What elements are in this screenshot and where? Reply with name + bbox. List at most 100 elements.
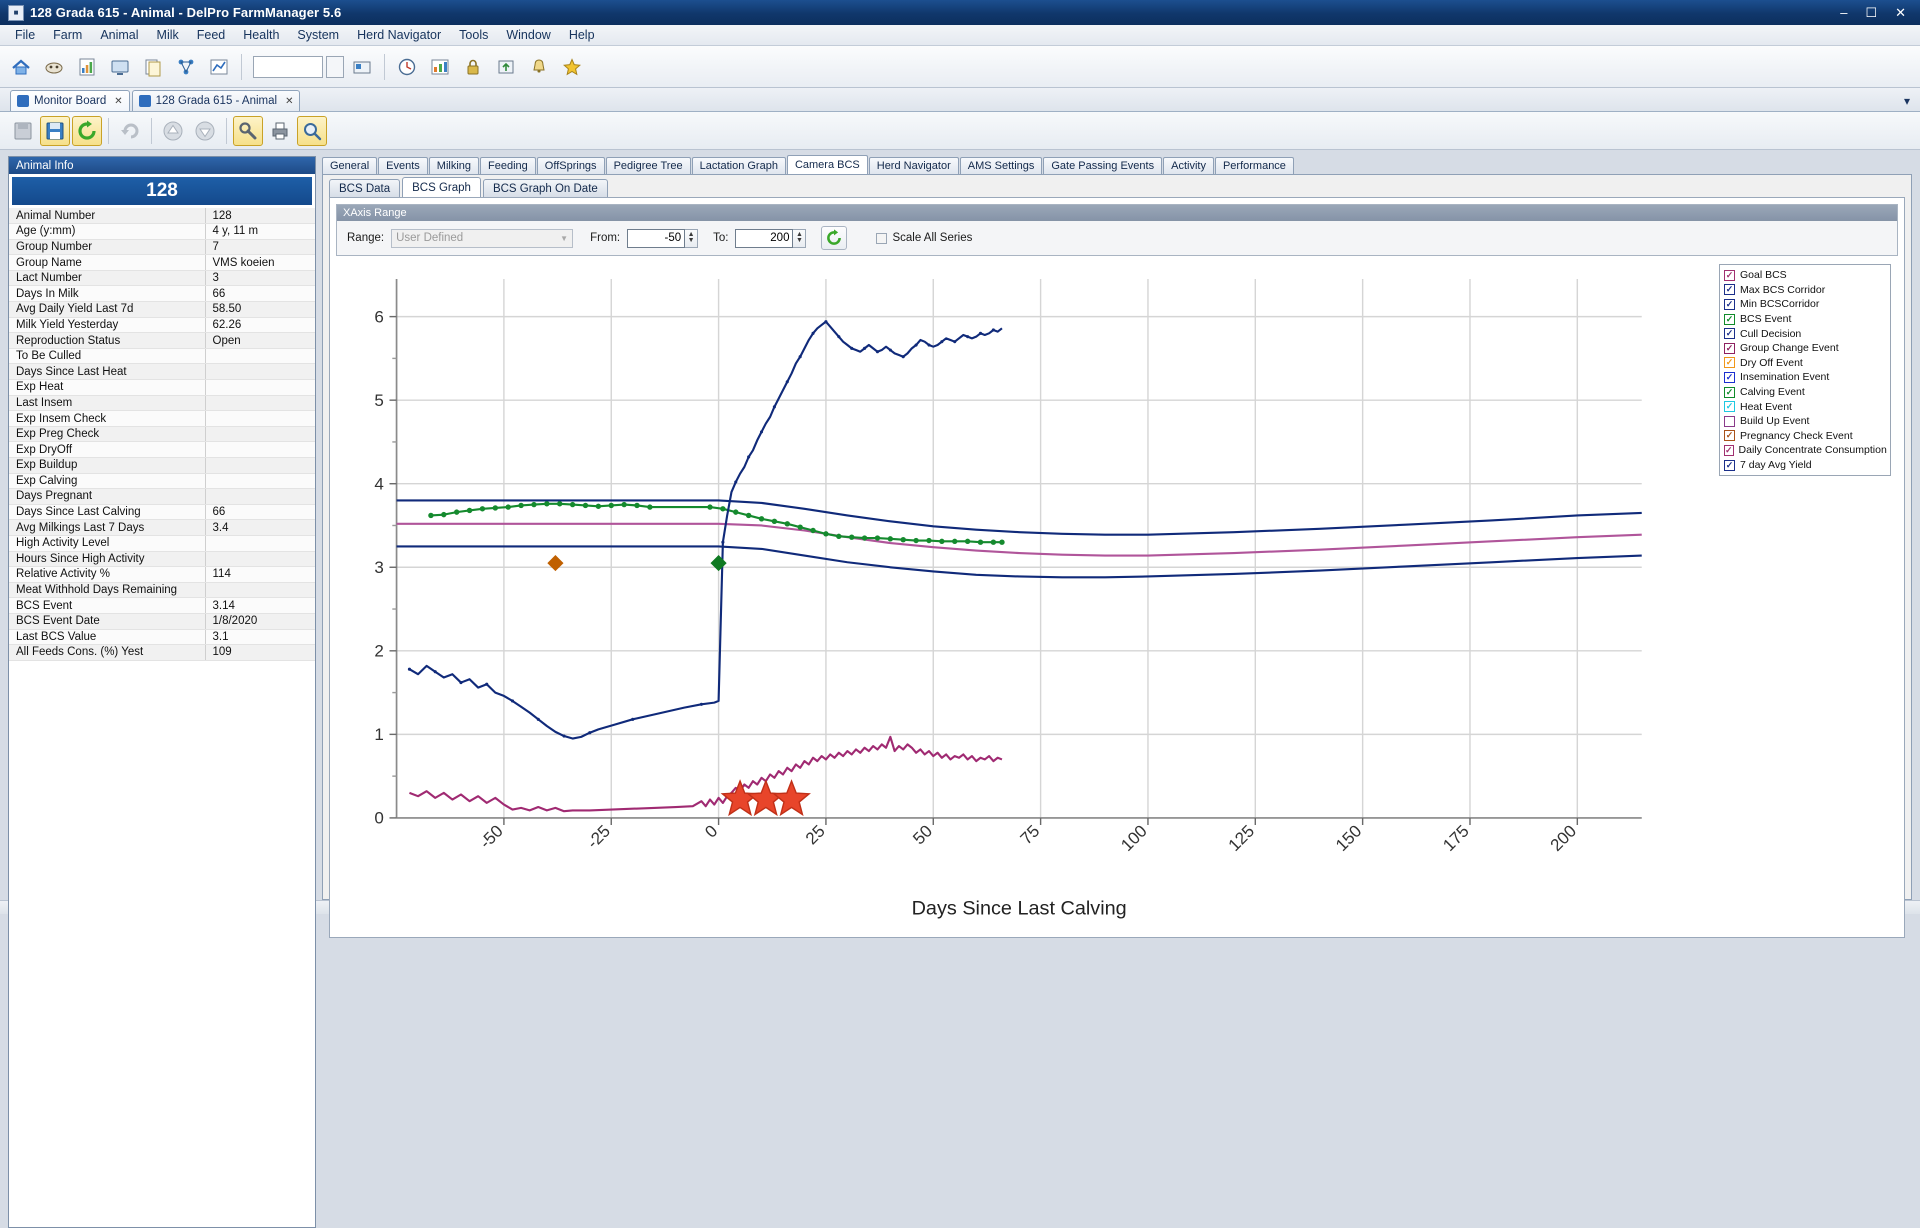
refresh-chart-button[interactable] bbox=[821, 226, 847, 250]
next-record-icon[interactable] bbox=[190, 116, 220, 146]
legend-item[interactable]: ✓Cull Decision bbox=[1724, 326, 1886, 341]
legend-checkbox[interactable]: ✓ bbox=[1724, 357, 1735, 368]
table-row[interactable]: Group Number7 bbox=[9, 239, 315, 255]
table-row[interactable]: BCS Event Date1/8/2020 bbox=[9, 613, 315, 629]
favorites-star-icon[interactable] bbox=[557, 52, 587, 82]
table-row[interactable]: Last Insem bbox=[9, 395, 315, 411]
application-tabs[interactable]: Monitor Board ✕ 128 Grada 615 - Animal ✕… bbox=[0, 88, 1920, 112]
menu-item-tools[interactable]: Tools bbox=[450, 26, 497, 44]
refresh-icon[interactable] bbox=[72, 116, 102, 146]
table-row[interactable]: Last BCS Value3.1 bbox=[9, 629, 315, 645]
tab-performance[interactable]: Performance bbox=[1215, 157, 1294, 174]
previous-record-icon[interactable] bbox=[158, 116, 188, 146]
legend-checkbox[interactable]: ✓ bbox=[1724, 328, 1735, 339]
menubar[interactable]: FileFarmAnimalMilkFeedHealthSystemHerd N… bbox=[0, 25, 1920, 46]
menu-item-system[interactable]: System bbox=[288, 26, 348, 44]
legend-item[interactable]: ✓Insemination Event bbox=[1724, 370, 1886, 385]
legend-item[interactable]: ✓Heat Event bbox=[1724, 399, 1886, 414]
menu-item-milk[interactable]: Milk bbox=[148, 26, 188, 44]
menu-item-health[interactable]: Health bbox=[234, 26, 288, 44]
legend-checkbox[interactable]: ✓ bbox=[1724, 343, 1735, 354]
tab-activity[interactable]: Activity bbox=[1163, 157, 1214, 174]
record-toolbar[interactable] bbox=[0, 112, 1920, 150]
table-row[interactable]: Animal Number128 bbox=[9, 208, 315, 224]
table-row[interactable]: Meat Withhold Days Remaining bbox=[9, 582, 315, 598]
legend-checkbox[interactable]: ✓ bbox=[1724, 387, 1735, 398]
close-button[interactable]: ✕ bbox=[1895, 8, 1906, 18]
xaxis-range-controls[interactable]: Range: User Defined ▼ From: -50 ▲▼ To: 2… bbox=[337, 221, 1897, 255]
legend-checkbox[interactable]: ✓ bbox=[1724, 284, 1735, 295]
legend-item[interactable]: ✓Calving Event bbox=[1724, 385, 1886, 400]
upload-icon[interactable] bbox=[491, 52, 521, 82]
save-icon[interactable] bbox=[40, 116, 70, 146]
network-icon[interactable] bbox=[171, 52, 201, 82]
menu-item-help[interactable]: Help bbox=[560, 26, 604, 44]
maximize-button[interactable]: ☐ bbox=[1865, 8, 1877, 18]
legend-item[interactable]: ✓Min BCSCorridor bbox=[1724, 297, 1886, 312]
table-row[interactable]: Milk Yield Yesterday62.26 bbox=[9, 317, 315, 333]
legend-checkbox[interactable] bbox=[1724, 416, 1735, 427]
legend-item[interactable]: ✓Goal BCS bbox=[1724, 268, 1886, 283]
table-row[interactable]: High Activity Level bbox=[9, 535, 315, 551]
tab-general[interactable]: General bbox=[322, 157, 377, 174]
table-row[interactable]: Reproduction StatusOpen bbox=[9, 333, 315, 349]
menu-item-window[interactable]: Window bbox=[497, 26, 559, 44]
search-zoom-icon[interactable] bbox=[297, 116, 327, 146]
app-tab-animal[interactable]: 128 Grada 615 - Animal ✕ bbox=[132, 90, 301, 111]
window-controls[interactable]: – ☐ ✕ bbox=[1840, 8, 1916, 18]
toolbar-dropdown[interactable] bbox=[326, 56, 344, 78]
chart-icon[interactable] bbox=[204, 52, 234, 82]
new-icon[interactable] bbox=[8, 116, 38, 146]
legend-item[interactable]: ✓Daily Concentrate Consumption bbox=[1724, 443, 1886, 458]
table-row[interactable]: Relative Activity %114 bbox=[9, 567, 315, 583]
legend-checkbox[interactable]: ✓ bbox=[1724, 270, 1735, 281]
report-icon[interactable] bbox=[72, 52, 102, 82]
table-row[interactable]: Exp Buildup bbox=[9, 458, 315, 474]
analysis-icon[interactable] bbox=[425, 52, 455, 82]
table-row[interactable]: Exp Insem Check bbox=[9, 411, 315, 427]
app-tab-close-icon[interactable]: ✕ bbox=[111, 96, 122, 107]
to-spinner-arrows[interactable]: ▲▼ bbox=[793, 229, 806, 248]
legend-checkbox[interactable]: ✓ bbox=[1724, 299, 1735, 310]
legend-item[interactable]: ✓Group Change Event bbox=[1724, 341, 1886, 356]
card-icon[interactable] bbox=[347, 52, 377, 82]
tab-feeding[interactable]: Feeding bbox=[480, 157, 536, 174]
clock-icon[interactable] bbox=[392, 52, 422, 82]
subtab-bcs-data[interactable]: BCS Data bbox=[329, 179, 400, 197]
table-row[interactable]: Age (y:mm)4 y, 11 m bbox=[9, 224, 315, 240]
tab-offsprings[interactable]: OffSprings bbox=[537, 157, 605, 174]
documents-icon[interactable] bbox=[138, 52, 168, 82]
table-row[interactable]: Days Pregnant bbox=[9, 489, 315, 505]
table-row[interactable]: To Be Culled bbox=[9, 348, 315, 364]
menu-item-animal[interactable]: Animal bbox=[91, 26, 147, 44]
menu-item-farm[interactable]: Farm bbox=[44, 26, 91, 44]
animal-icon[interactable] bbox=[39, 52, 69, 82]
toolbar-text-input[interactable] bbox=[253, 56, 323, 78]
bcs-subtabstrip[interactable]: BCS DataBCS GraphBCS Graph On Date bbox=[323, 175, 1911, 197]
tab-events[interactable]: Events bbox=[378, 157, 428, 174]
table-row[interactable]: Exp Preg Check bbox=[9, 426, 315, 442]
app-tab-monitor-board[interactable]: Monitor Board ✕ bbox=[10, 90, 130, 111]
tab-milking[interactable]: Milking bbox=[429, 157, 479, 174]
tab-ams-settings[interactable]: AMS Settings bbox=[960, 157, 1043, 174]
content-tabstrip[interactable]: GeneralEventsMilkingFeedingOffSpringsPed… bbox=[322, 156, 1912, 174]
legend-item[interactable]: Build Up Event bbox=[1724, 414, 1886, 429]
app-tabs-overflow-icon[interactable]: ▾ bbox=[1904, 94, 1920, 111]
table-row[interactable]: Days Since Last Calving66 bbox=[9, 504, 315, 520]
table-row[interactable]: BCS Event3.14 bbox=[9, 598, 315, 614]
print-icon[interactable] bbox=[265, 116, 295, 146]
table-row[interactable]: Exp Calving bbox=[9, 473, 315, 489]
table-row[interactable]: Lact Number3 bbox=[9, 270, 315, 286]
legend-item[interactable]: ✓Max BCS Corridor bbox=[1724, 283, 1886, 298]
monitor-icon[interactable] bbox=[105, 52, 135, 82]
legend-item[interactable]: ✓7 day Avg Yield bbox=[1724, 458, 1886, 473]
minimize-button[interactable]: – bbox=[1840, 8, 1847, 18]
table-row[interactable]: Avg Milkings Last 7 Days3.4 bbox=[9, 520, 315, 536]
scale-all-series-box[interactable] bbox=[876, 233, 887, 244]
subtab-bcs-graph[interactable]: BCS Graph bbox=[402, 177, 481, 197]
bcs-chart-svg[interactable]: 0123456-50-250255075100125150175200Days … bbox=[337, 262, 1897, 929]
tab-camera-bcs[interactable]: Camera BCS bbox=[787, 155, 868, 174]
legend-item[interactable]: ✓Dry Off Event bbox=[1724, 356, 1886, 371]
settings-wrench-icon[interactable] bbox=[233, 116, 263, 146]
table-row[interactable]: Exp DryOff bbox=[9, 442, 315, 458]
